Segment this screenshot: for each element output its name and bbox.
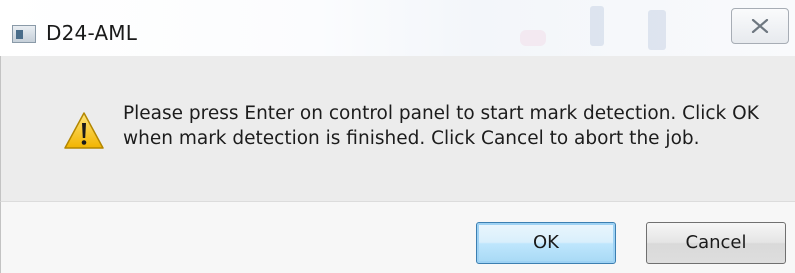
warning-icon xyxy=(64,112,104,149)
close-icon xyxy=(751,19,769,33)
application-icon xyxy=(12,25,36,43)
title-bar[interactable]: D24-AML xyxy=(0,0,795,56)
button-area: OK Cancel xyxy=(0,201,795,273)
window-title: D24-AML xyxy=(46,21,138,45)
message-line: when mark detection is finished. Click C… xyxy=(123,128,700,149)
background-glass-blur xyxy=(648,10,666,50)
message-dialog: D24-AML Please press Enter on control pa… xyxy=(0,0,795,273)
message-area: Please press Enter on control panel to s… xyxy=(0,56,795,201)
ok-button[interactable]: OK xyxy=(476,222,616,264)
background-glass-blur xyxy=(590,6,604,46)
cancel-button[interactable]: Cancel xyxy=(646,222,786,264)
message-line: Please press Enter on control panel to s… xyxy=(123,103,759,124)
message-text: Please press Enter on control panel to s… xyxy=(123,101,773,151)
background-glass-blur xyxy=(520,30,546,46)
close-button[interactable] xyxy=(731,8,789,44)
